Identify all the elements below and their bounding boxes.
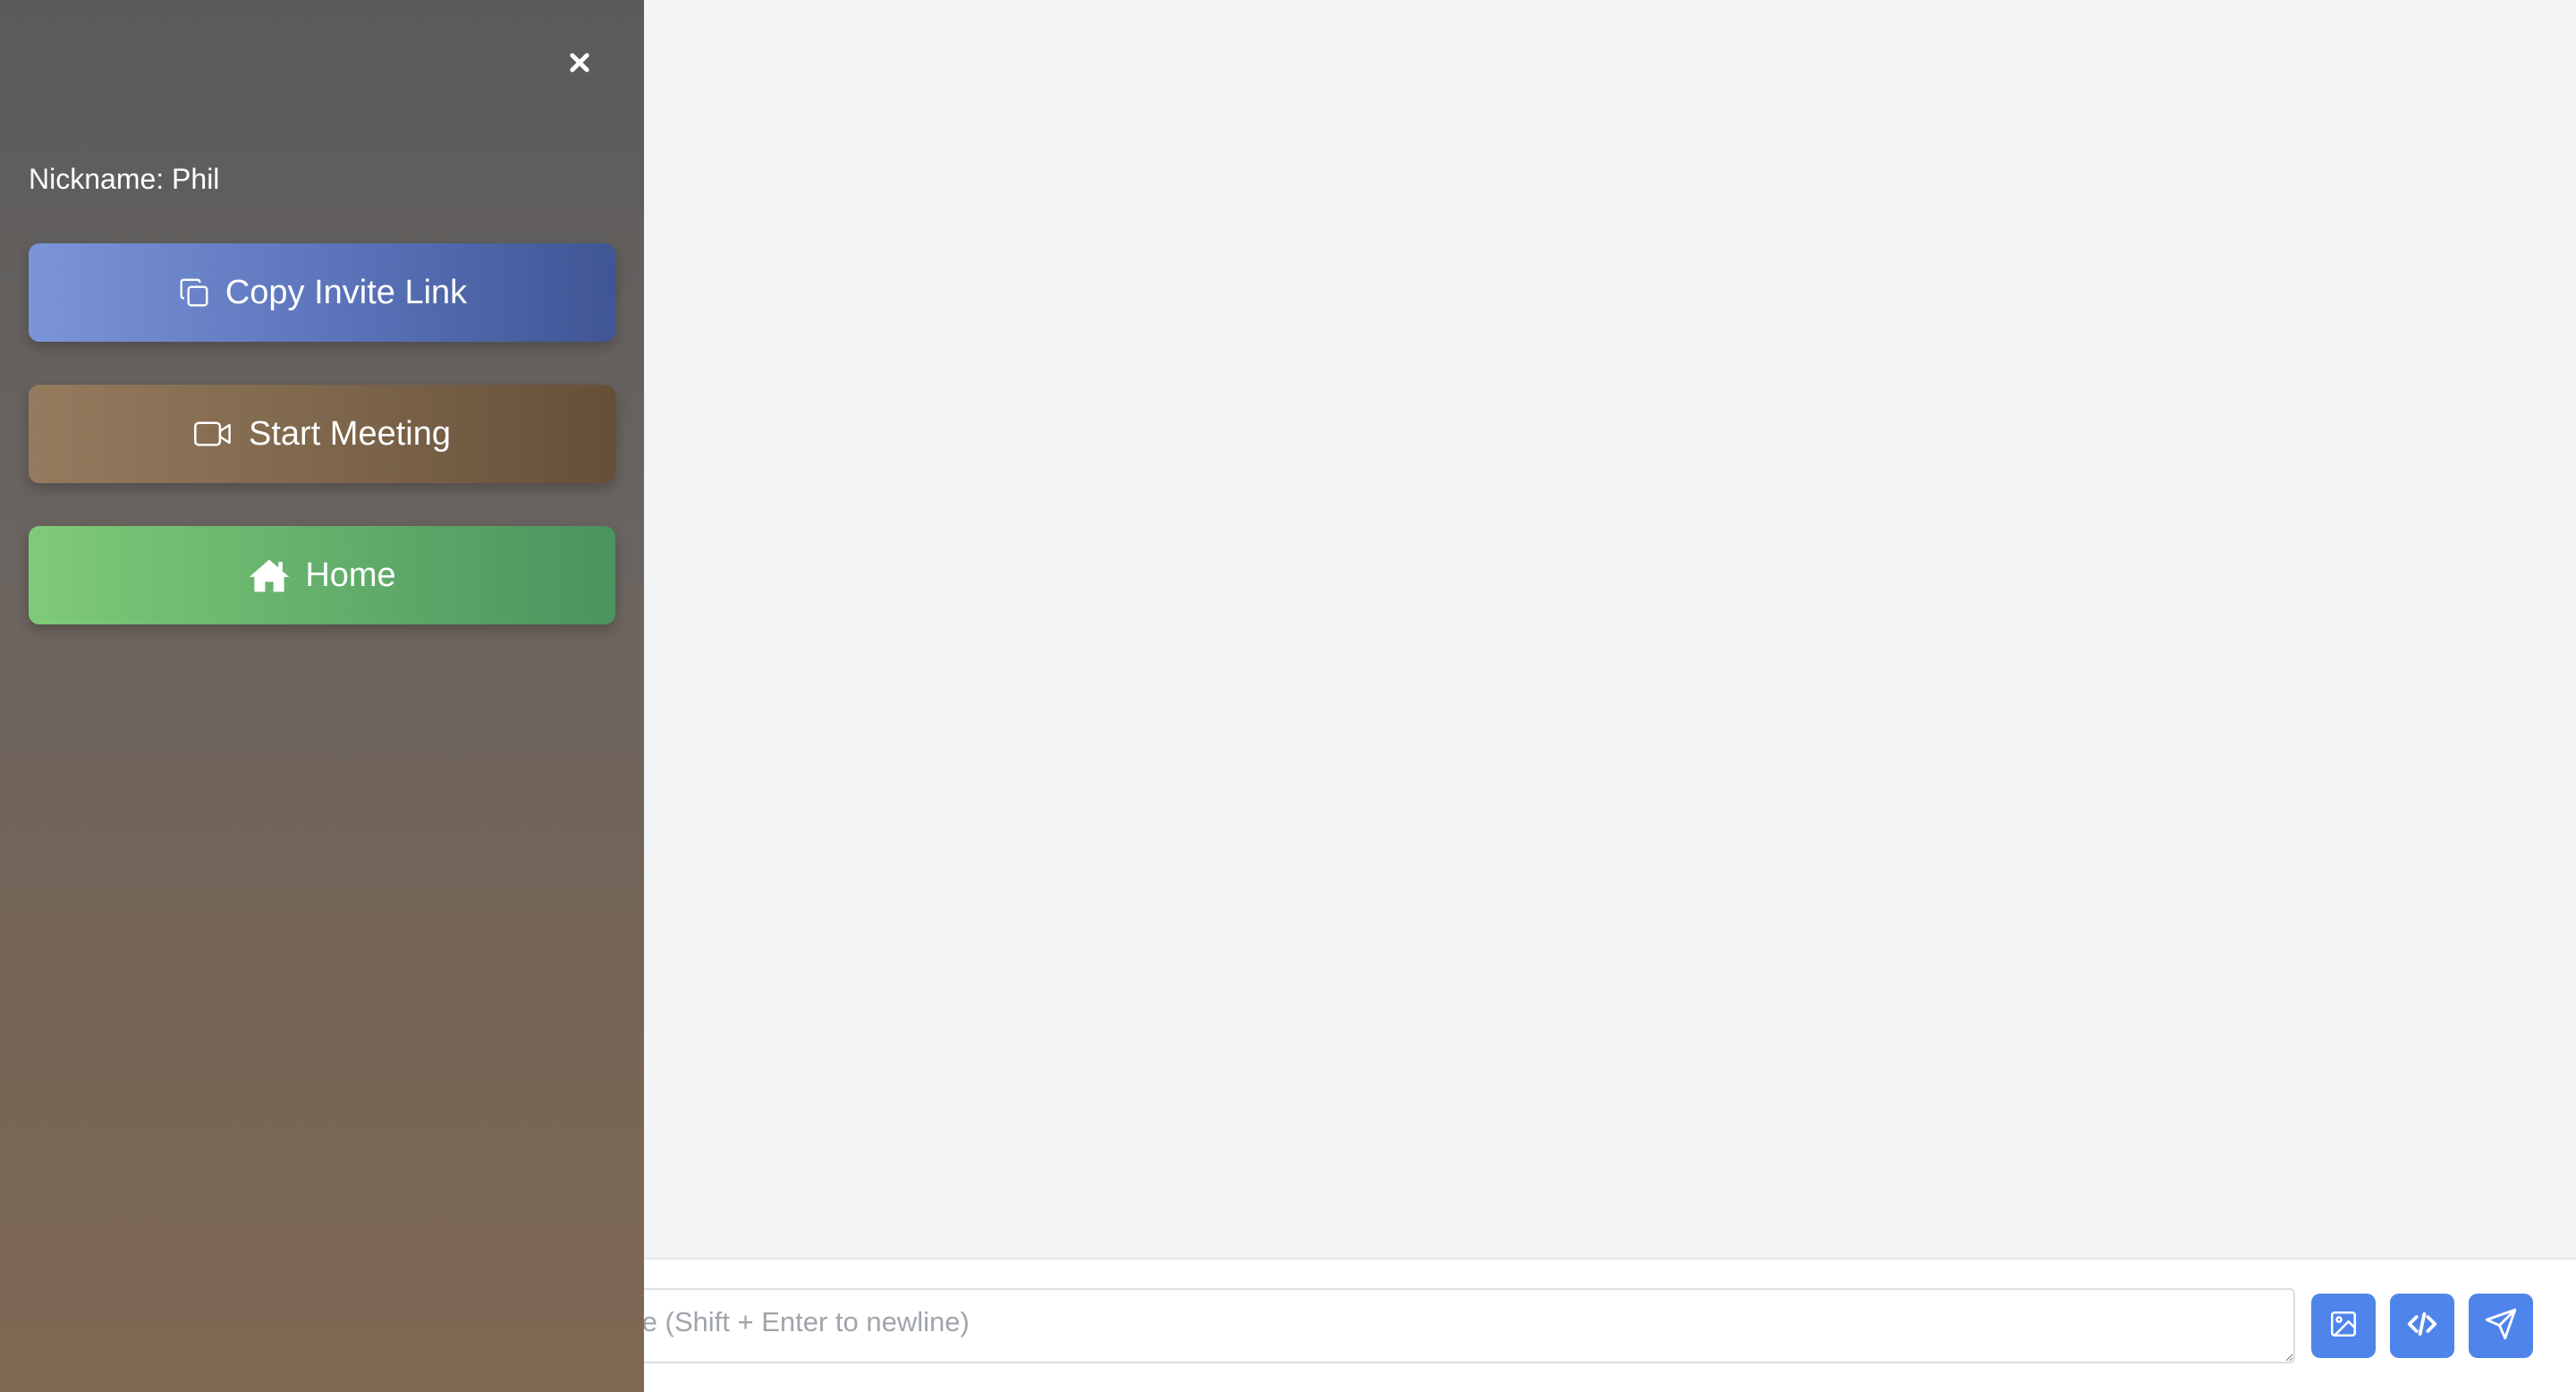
image-icon [2328,1309,2359,1344]
home-label: Home [305,556,396,594]
copy-invite-link-label: Copy Invite Link [225,273,468,311]
send-button[interactable] [2469,1294,2533,1358]
code-button[interactable] [2390,1294,2454,1358]
home-button[interactable]: Home [29,526,615,624]
upload-image-button[interactable] [2311,1294,2376,1358]
copy-invite-link-button[interactable]: Copy Invite Link [29,243,615,342]
video-camera-icon [193,419,234,449]
close-icon [567,50,592,80]
nickname-label: Nickname: Phil [29,163,220,195]
sidebar-panel: Nickname: Phil Copy Invite Link Start Me… [0,0,644,1392]
start-meeting-label: Start Meeting [249,414,451,453]
home-icon [248,556,291,594]
send-icon [2484,1307,2518,1345]
code-icon [2405,1307,2439,1345]
copy-icon [177,276,211,310]
start-meeting-button[interactable]: Start Meeting [29,385,615,483]
message-input[interactable] [376,1288,2295,1363]
close-sidebar-button[interactable] [562,47,597,82]
